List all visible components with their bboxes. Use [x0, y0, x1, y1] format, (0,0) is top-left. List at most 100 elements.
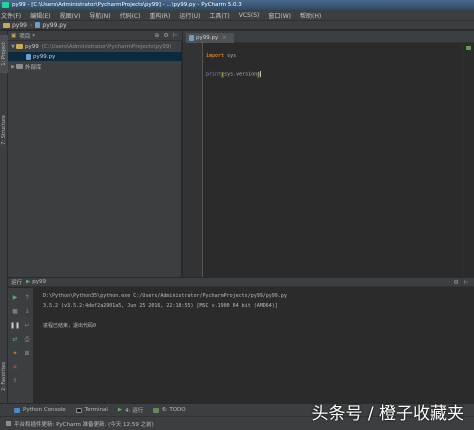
event-log-icon[interactable]	[6, 421, 11, 426]
stop-icon[interactable]: ■	[11, 308, 19, 316]
project-panel-title: 项目	[19, 33, 31, 40]
project-view-icon: ▣	[11, 32, 17, 39]
project-panel-header[interactable]: ▣ 项目 ▾ ⊕ ⚙ ⊢	[8, 31, 182, 41]
menu-view[interactable]: 视图(V)	[60, 11, 81, 20]
project-root-name: py99	[25, 43, 39, 50]
sync-icon[interactable]: ⊕	[154, 32, 159, 39]
todo-tab[interactable]: 6: TODO	[153, 407, 186, 413]
structure-tool-tab[interactable]: 7: Structure	[0, 107, 8, 153]
favorites-tool-tab[interactable]: 2: Favorites	[0, 357, 8, 397]
pin-tab-icon[interactable]: ✦	[11, 350, 19, 358]
menu-file[interactable]: 文件(F)	[1, 11, 21, 20]
terminal-icon	[75, 407, 82, 413]
todo-icon	[153, 407, 160, 413]
close-tab-icon[interactable]: ×	[222, 35, 227, 41]
run-console-output[interactable]: D:\Python\Python35\python.exe C:/Users/A…	[35, 288, 474, 403]
clear-all-icon[interactable]: ⊠	[23, 350, 31, 358]
menu-vcs[interactable]: VCS(S)	[239, 12, 260, 19]
menu-refactor[interactable]: 重构(R)	[149, 11, 170, 20]
menu-code[interactable]: 代码(C)	[120, 11, 141, 20]
editor-gutter	[183, 43, 203, 277]
inspection-ok-indicator-icon[interactable]	[466, 46, 471, 50]
close-run-icon[interactable]: ✕	[11, 364, 19, 372]
menu-window[interactable]: 窗口(W)	[268, 11, 291, 20]
view-dropdown-icon[interactable]: ▾	[32, 33, 35, 39]
watermark-text: 头条号 / 橙子收藏夹	[311, 404, 464, 424]
python-console-tab[interactable]: Python Console	[14, 407, 66, 413]
help-icon[interactable]: ?	[11, 378, 19, 386]
breadcrumb-file[interactable]: py99.py	[42, 22, 66, 29]
menu-edit[interactable]: 编辑(E)	[30, 11, 50, 20]
window-title: py99 - [C:\Users\Administrator\PycharmPr…	[12, 2, 242, 8]
terminal-tab[interactable]: Terminal	[75, 407, 108, 413]
todo-label: 6: TODO	[162, 407, 186, 413]
console-line-command: D:\Python\Python35\python.exe C:/Users/A…	[43, 293, 287, 299]
tree-file-name: py99.py	[33, 53, 56, 60]
pycharm-logo-icon	[2, 2, 9, 8]
run-config-icon: ▶	[26, 279, 31, 285]
soft-wrap-icon[interactable]: ↵	[23, 322, 31, 330]
breadcrumb-separator-icon: ›	[30, 21, 33, 29]
menu-run[interactable]: 运行(U)	[179, 11, 200, 20]
code-line-import: import sys	[206, 53, 236, 59]
breadcrumb-project[interactable]: py99	[12, 22, 27, 29]
menu-help[interactable]: 帮助(H)	[300, 11, 321, 20]
code-builtin-print: print	[206, 71, 222, 78]
print-icon[interactable]: ⎙	[23, 336, 31, 344]
python-file-icon	[189, 35, 194, 41]
tree-item-py99-file[interactable]: py99.py	[8, 52, 182, 61]
settings-gear-icon[interactable]: ⚙	[163, 32, 168, 39]
favorites-tool-tab-label: 2: Favorites	[1, 362, 7, 392]
run-panel-header[interactable]: 运行 ▶ py99 ⚙ ⊢	[8, 277, 474, 287]
run-toolbar: ▶ ↑ ■ ↓ ❚❚ ↵ ⇄ ⎙ ✦ ⊠ ✕ ?	[8, 288, 34, 403]
python-file-icon	[35, 22, 41, 28]
project-tool-tab-label: 1: Project	[1, 42, 7, 66]
run-tab-icon: ▶	[117, 407, 123, 413]
menu-tools[interactable]: 工具(T)	[209, 11, 229, 20]
tree-item-project-root[interactable]: ▼ py99 (C:\Users\Administrator\PycharmPr…	[8, 42, 182, 51]
library-icon	[16, 64, 23, 69]
run-tab[interactable]: ▶ 4: 运行	[118, 406, 143, 414]
tree-item-external-libraries[interactable]: ▶ 外部库	[8, 62, 182, 71]
scroll-up-icon[interactable]: ↑	[23, 294, 31, 302]
folder-icon	[3, 22, 10, 28]
rerun-icon[interactable]: ▶	[11, 294, 19, 302]
project-panel: ▣ 项目 ▾ ⊕ ⚙ ⊢ ▼ py99 (C:\Users\Administra…	[8, 31, 182, 277]
code-module-sys: sys	[227, 53, 237, 59]
code-print-arg: sys.version	[224, 71, 258, 78]
pause-icon[interactable]: ❚❚	[10, 322, 20, 330]
menu-navigate[interactable]: 导航(N)	[89, 11, 110, 20]
settings-gear-icon[interactable]: ⚙	[453, 279, 458, 286]
menu-bar: 文件(F) 编辑(E) 视图(V) 导航(N) 代码(C) 重构(R) 运行(U…	[0, 10, 474, 20]
text-caret	[260, 71, 262, 77]
code-line-print: print(sys.version)	[206, 71, 262, 78]
structure-tool-tab-label: 7: Structure	[1, 115, 7, 145]
restore-layout-icon[interactable]: ⇄	[11, 336, 19, 344]
project-tool-tab[interactable]: 1: Project	[0, 35, 8, 73]
python-file-icon	[26, 53, 31, 60]
external-libraries-label: 外部库	[25, 64, 42, 71]
python-console-icon	[14, 407, 20, 413]
editor-scroll-strip[interactable]	[462, 43, 474, 277]
navigation-bar: py99 › py99.py	[0, 20, 474, 30]
console-line-version: 3.5.2 (v3.5.2:4def2a2901a5, Jun 25 2016,…	[43, 303, 278, 309]
project-root-path: (C:\Users\Administrator\PycharmProjects\…	[41, 43, 172, 50]
run-config-name: py99	[32, 279, 46, 285]
python-console-label: Python Console	[23, 407, 66, 413]
editor-tab-py99[interactable]: py99.py ×	[186, 33, 234, 43]
editor-tab-label: py99.py	[196, 35, 219, 41]
window-title-bar[interactable]: py99 - [C:\Users\Administrator\PycharmPr…	[0, 0, 474, 10]
editor-tab-bar: py99.py ×	[183, 31, 474, 43]
run-tab-label: 4: 运行	[125, 408, 144, 414]
left-tool-strip: 1: Project 7: Structure 2: Favorites	[0, 31, 8, 403]
scroll-down-icon[interactable]: ↓	[23, 308, 31, 316]
folder-icon	[16, 44, 23, 49]
code-keyword-import: import	[206, 53, 225, 59]
code-editor[interactable]: import sys print(sys.version)	[204, 43, 462, 277]
run-panel-title: 运行	[11, 280, 23, 286]
terminal-label: Terminal	[84, 407, 108, 413]
hide-panel-icon[interactable]: ⊢	[173, 32, 178, 39]
console-line-exit: 进程已结束，退出代码0	[43, 323, 97, 329]
hide-panel-icon[interactable]: ⊢	[464, 279, 469, 286]
status-message[interactable]: 平台和插件更新: PyCharm 准备更新. (今天 12:59 之前)	[14, 420, 154, 428]
